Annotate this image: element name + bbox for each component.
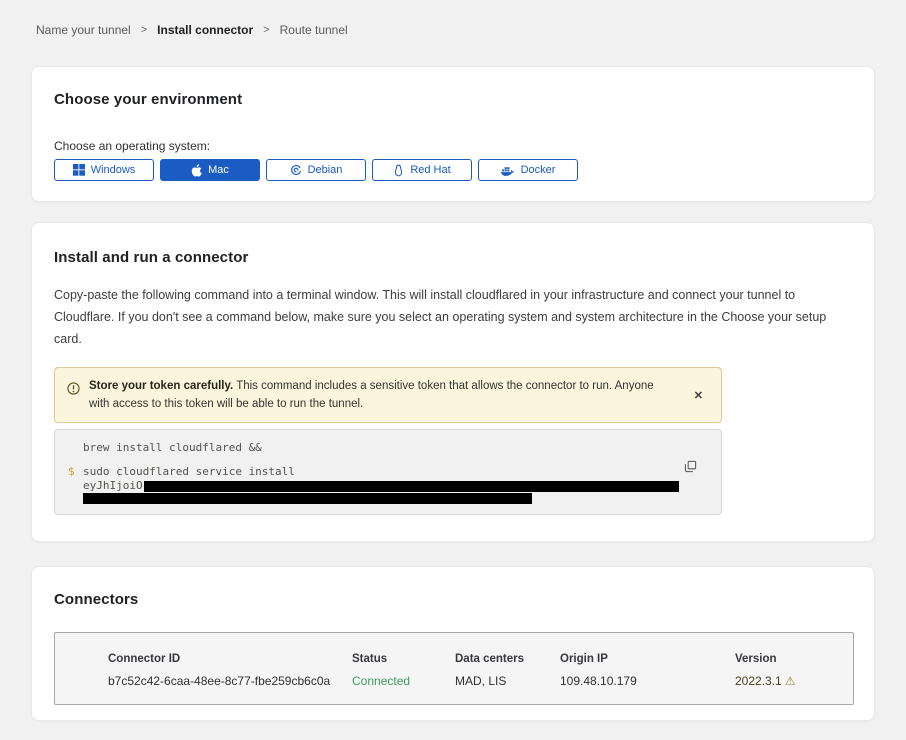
version-warning-icon: ⚠ [785, 674, 796, 688]
connectors-card-title: Connectors [54, 591, 852, 608]
apple-icon [191, 164, 202, 177]
os-button-windows[interactable]: Windows [54, 159, 154, 181]
token-warning-text: Store your token carefully. This command… [89, 377, 679, 414]
connectors-table-header: Connector ID Status Data centers Origin … [108, 653, 853, 665]
token-line: eyJhIjoiO [83, 479, 681, 492]
shell-prompt: $ [68, 465, 75, 478]
os-label: Choose an operating system: [54, 139, 852, 153]
command-line-2: $sudo cloudflared service install [83, 465, 681, 478]
close-icon[interactable]: ✕ [688, 387, 709, 404]
version-value: 2022.3.1⚠ [735, 674, 853, 688]
os-button-label: Windows [91, 164, 136, 176]
os-button-label: Mac [208, 164, 229, 176]
windows-icon [73, 164, 85, 176]
command-line-2-text: sudo cloudflared service install [83, 465, 295, 478]
token-warning-title: Store your token carefully. [89, 380, 233, 392]
breadcrumb-step-name-your-tunnel[interactable]: Name your tunnel [36, 23, 131, 37]
os-button-redhat[interactable]: Red Hat [372, 159, 472, 181]
column-header-status: Status [352, 653, 455, 665]
environment-card-title: Choose your environment [54, 91, 852, 108]
column-header-data-centers: Data centers [455, 653, 560, 665]
os-button-docker[interactable]: Docker [478, 159, 578, 181]
token-prefix: eyJhIjoiO [83, 479, 143, 492]
os-button-group: Windows Mac Debian Red Hat [54, 159, 852, 181]
data-centers-value: MAD, LIS [455, 674, 560, 688]
os-button-debian[interactable]: Debian [266, 159, 366, 181]
token-redaction-bar [83, 493, 532, 504]
connectors-table: Connector ID Status Data centers Origin … [54, 632, 854, 705]
os-button-label: Docker [521, 164, 556, 176]
page: Name your tunnel > Install connector > R… [0, 0, 906, 740]
info-circle-icon [67, 382, 80, 400]
os-button-label: Red Hat [410, 164, 450, 176]
column-header-version: Version [735, 653, 853, 665]
origin-ip-value: 109.48.10.179 [560, 674, 735, 688]
debian-icon [290, 164, 302, 176]
status-badge: Connected [352, 674, 455, 688]
column-header-origin-ip: Origin IP [560, 653, 735, 665]
os-button-mac[interactable]: Mac [160, 159, 260, 181]
breadcrumb-separator: > [263, 24, 269, 36]
connector-id-value: b7c52c42-6caa-48ee-8c77-fbe259cb6c0a [108, 674, 352, 688]
install-card-title: Install and run a connector [54, 249, 852, 266]
copy-icon[interactable] [682, 458, 699, 478]
table-row: b7c52c42-6caa-48ee-8c77-fbe259cb6c0a Con… [108, 665, 853, 688]
os-button-label: Debian [308, 164, 343, 176]
connectors-card: Connectors Connector ID Status Data cent… [31, 566, 875, 721]
breadcrumb-step-route-tunnel[interactable]: Route tunnel [280, 23, 348, 37]
environment-card: Choose your environment Choose an operat… [31, 66, 875, 202]
breadcrumb-separator: > [141, 24, 147, 36]
column-header-connector-id: Connector ID [108, 653, 352, 665]
command-line-1: brew install cloudflared && [83, 441, 681, 454]
install-card: Install and run a connector Copy-paste t… [31, 222, 875, 542]
install-command-block: brew install cloudflared && $sudo cloudf… [54, 429, 722, 515]
docker-icon [501, 165, 515, 176]
breadcrumb-step-install-connector[interactable]: Install connector [157, 23, 253, 37]
install-description: Copy-paste the following command into a … [54, 285, 852, 351]
token-warning-banner: Store your token carefully. This command… [54, 367, 722, 424]
token-redaction-bar [144, 481, 679, 492]
breadcrumb: Name your tunnel > Install connector > R… [0, 0, 906, 37]
redhat-icon [393, 164, 404, 177]
